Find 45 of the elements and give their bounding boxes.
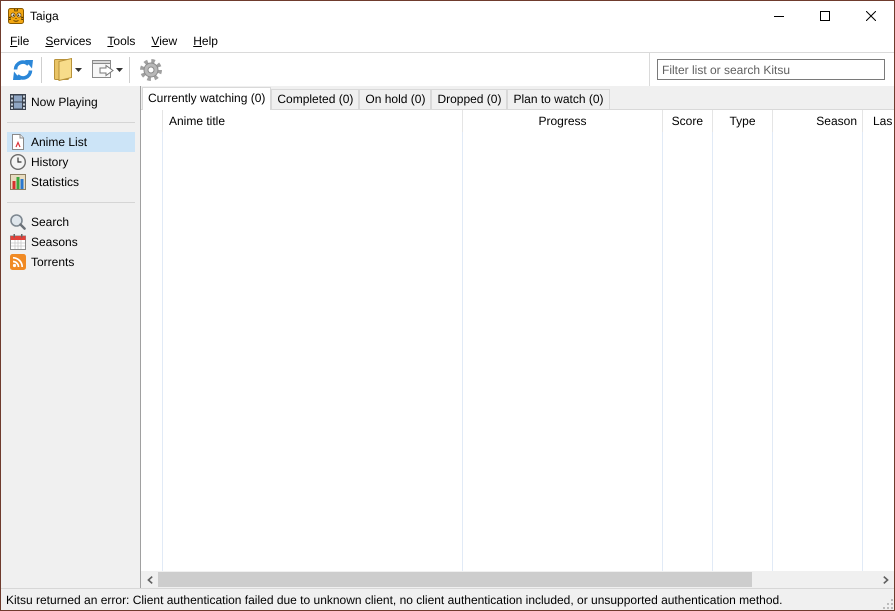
bar-chart-icon	[10, 174, 26, 190]
sidebar-item[interactable]: Statistics	[7, 172, 135, 192]
rss-feed-icon	[10, 254, 26, 270]
tab[interactable]: On hold (0)	[359, 89, 432, 109]
maximize-icon	[820, 11, 830, 21]
menu-item[interactable]: Tools	[99, 31, 144, 52]
tab[interactable]: Currently watching (0)	[142, 87, 272, 110]
menu-item[interactable]: View	[143, 31, 186, 52]
resize-grip-icon	[883, 599, 893, 609]
scrollbar-thumb[interactable]	[158, 572, 752, 587]
window-title: Taiga	[30, 8, 59, 25]
calendar-icon	[10, 234, 26, 250]
sidebar-item[interactable]: Seasons	[7, 232, 135, 252]
close-icon	[866, 11, 876, 21]
caret-down-icon[interactable]	[116, 68, 123, 72]
tab[interactable]: Plan to watch (0)	[507, 89, 610, 109]
tiger-face-icon	[8, 8, 24, 24]
column-header[interactable]: Score	[663, 110, 713, 132]
clock-icon	[10, 154, 26, 170]
menu-item[interactable]: Help	[185, 31, 226, 52]
tab[interactable]: Completed (0)	[271, 89, 360, 109]
document-icon	[12, 134, 24, 150]
film-strip-icon	[10, 94, 26, 110]
export-icon[interactable]	[92, 60, 114, 79]
column-header[interactable]: Season	[773, 110, 863, 132]
search-icon	[10, 214, 26, 230]
sidebar-item[interactable]: Torrents	[7, 252, 135, 272]
column-header[interactable]: Type	[713, 110, 773, 132]
sidebar-item[interactable]: Now Playing	[7, 92, 135, 112]
sidebar-item[interactable]: Anime List	[7, 132, 135, 152]
search-field[interactable]: Filter list or search Kitsu	[657, 59, 885, 80]
column-header[interactable]: Anime title	[163, 110, 463, 132]
menu-item[interactable]: Services	[37, 31, 100, 52]
chevron-left-icon	[146, 576, 152, 584]
caret-down-icon[interactable]	[75, 68, 82, 72]
refresh-icon[interactable]	[11, 58, 35, 82]
status-text: Kitsu returned an error: Client authentication failed due to unknown client, no client authentication included, or unsupported authentication method.	[6, 592, 783, 608]
menu-item[interactable]: File	[2, 31, 38, 52]
settings-icon[interactable]	[140, 58, 162, 80]
column-header[interactable]: Progress	[463, 110, 663, 132]
chevron-right-icon	[882, 576, 888, 584]
sidebar-item[interactable]: History	[7, 152, 135, 172]
column-header[interactable]: Las	[863, 110, 894, 132]
sidebar-item[interactable]: Search	[7, 212, 135, 232]
tab[interactable]: Dropped (0)	[431, 89, 508, 109]
